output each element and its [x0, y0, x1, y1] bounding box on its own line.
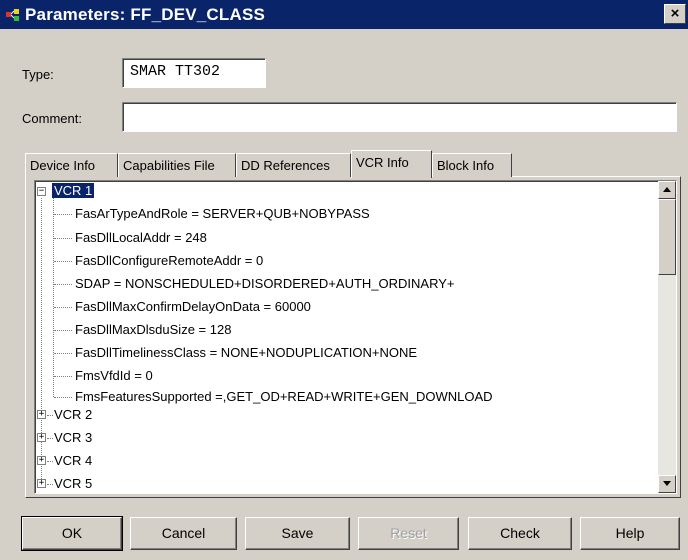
tab-device-info[interactable]: Device Info [25, 153, 118, 177]
expand-icon[interactable]: + [37, 433, 46, 442]
tree-leaf[interactable]: FmsFeaturesSupported =,GET_OD+READ+WRITE… [75, 389, 493, 405]
save-button[interactable]: Save [245, 517, 350, 550]
comment-label: Comment: [22, 111, 82, 126]
tree-leaf[interactable]: FasDllTimelinessClass = NONE+NODUPLICATI… [75, 345, 417, 361]
vcr-tree-view[interactable]: − VCR 1 FasArTypeAndRole = SERVER+QUB+NO… [34, 180, 677, 494]
vertical-scrollbar[interactable] [658, 181, 676, 493]
tree-node-vcr-4[interactable]: VCR 4 [54, 453, 92, 469]
cancel-button[interactable]: Cancel [130, 517, 237, 550]
arrow-up-icon [663, 187, 671, 192]
parameters-app-icon [5, 7, 21, 23]
ok-button[interactable]: OK [21, 516, 123, 551]
tree-leaf[interactable]: FasDllMaxDlsduSize = 128 [75, 322, 231, 338]
tree-leaf[interactable]: FasDllMaxConfirmDelayOnData = 60000 [75, 299, 311, 315]
tree-leaf[interactable]: FmsVfdId = 0 [75, 368, 153, 384]
close-icon: × [670, 5, 680, 22]
type-field[interactable]: SMAR TT302 [122, 58, 266, 88]
tree-leaf[interactable]: FasArTypeAndRole = SERVER+QUB+NOBYPASS [75, 206, 370, 222]
expand-icon[interactable]: + [37, 456, 46, 465]
type-label: Type: [22, 67, 54, 82]
collapse-icon[interactable]: − [37, 187, 46, 196]
tab-vcr-info[interactable]: VCR Info [351, 150, 432, 178]
scroll-down-button[interactable] [658, 475, 676, 493]
check-button[interactable]: Check [468, 517, 572, 550]
tree-leaf[interactable]: FasDllConfigureRemoteAddr = 0 [75, 253, 263, 269]
tree-node-vcr-2[interactable]: VCR 2 [54, 407, 92, 423]
tree-leaf[interactable]: SDAP = NONSCHEDULED+DISORDERED+AUTH_ORDI… [75, 276, 455, 292]
comment-field[interactable] [122, 102, 677, 132]
window-title: Parameters: FF_DEV_CLASS [25, 4, 266, 24]
tree-node-vcr-1[interactable]: VCR 1 [52, 183, 95, 199]
help-button[interactable]: Help [580, 517, 680, 550]
reset-button: Reset [358, 517, 459, 550]
scroll-up-button[interactable] [658, 181, 676, 199]
close-button[interactable]: × [664, 4, 686, 24]
tab-capabilities-file[interactable]: Capabilities File [118, 153, 236, 177]
expand-icon[interactable]: + [37, 410, 46, 419]
tree-node-label: VCR 1 [52, 183, 95, 198]
tree-child-connector [53, 198, 54, 397]
expand-icon[interactable]: + [37, 479, 46, 488]
tree-node-vcr-3[interactable]: VCR 3 [54, 430, 92, 446]
arrow-down-icon [663, 481, 671, 486]
scroll-thumb[interactable] [658, 199, 676, 275]
tree-node-vcr-5[interactable]: VCR 5 [54, 476, 92, 492]
tab-dd-references[interactable]: DD References [236, 153, 351, 177]
tree-leaf[interactable]: FasDllLocalAddr = 248 [75, 230, 207, 246]
tab-block-info[interactable]: Block Info [432, 153, 512, 177]
title-bar: Parameters: FF_DEV_CLASS × [0, 0, 688, 29]
